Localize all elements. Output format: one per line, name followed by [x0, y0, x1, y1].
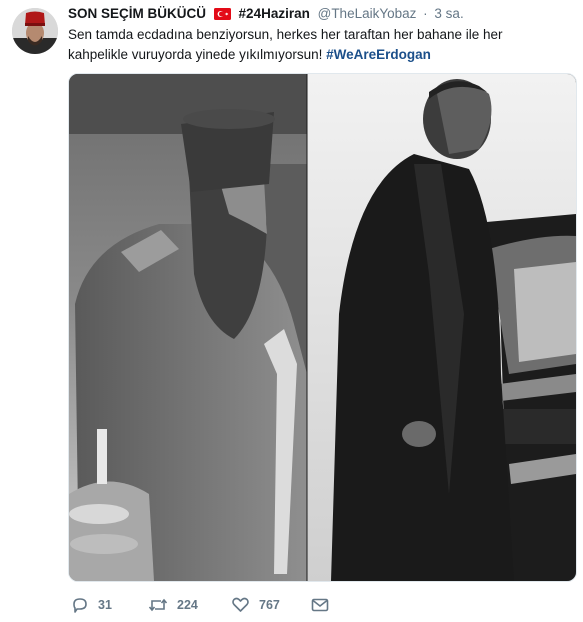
heart-icon — [231, 596, 250, 614]
reply-count: 31 — [98, 598, 112, 612]
user-handle[interactable]: @TheLaikYobaz — [318, 6, 417, 21]
retweet-button[interactable]: 224 — [148, 595, 198, 615]
avatar[interactable] — [12, 8, 58, 54]
envelope-icon — [311, 597, 329, 613]
retweet-count: 224 — [177, 598, 198, 612]
tweet-timestamp[interactable]: 3 sa. — [434, 6, 463, 21]
tweet-card: SON SEÇİM BÜKÜCÜ #24Haziran @TheLaikYoba… — [0, 0, 583, 622]
reply-icon — [71, 596, 89, 614]
reply-button[interactable]: 31 — [71, 595, 112, 615]
tweet-text: Sen tamda ecdadına benziyorsun, herkes h… — [68, 25, 568, 65]
tweet-photo[interactable] — [68, 73, 577, 582]
like-count: 767 — [259, 598, 280, 612]
tweet-text-line2-prefix: kahpelikle vuruyorda yinede yıkılmıyorsu… — [68, 47, 327, 62]
hashtag-link[interactable]: #WeAreErdogan — [326, 47, 431, 62]
turkey-flag-icon — [213, 8, 231, 23]
like-button[interactable]: 767 — [231, 595, 280, 615]
tweet-text-line2: kahpelikle vuruyorda yinede yıkılmıyorsu… — [68, 45, 568, 65]
retweet-icon — [148, 596, 168, 614]
direct-message-button[interactable] — [311, 595, 329, 615]
right-modern-photo — [307, 74, 576, 581]
tweet-header: SON SEÇİM BÜKÜCÜ #24Haziran @TheLaikYoba… — [68, 6, 464, 23]
header-hashtag: #24Haziran — [238, 6, 310, 21]
left-historical-photo — [69, 74, 307, 581]
display-name[interactable]: SON SEÇİM BÜKÜCÜ — [68, 6, 206, 21]
separator-dot: · — [423, 6, 428, 21]
tweet-text-line1: Sen tamda ecdadına benziyorsun, herkes h… — [68, 27, 503, 42]
